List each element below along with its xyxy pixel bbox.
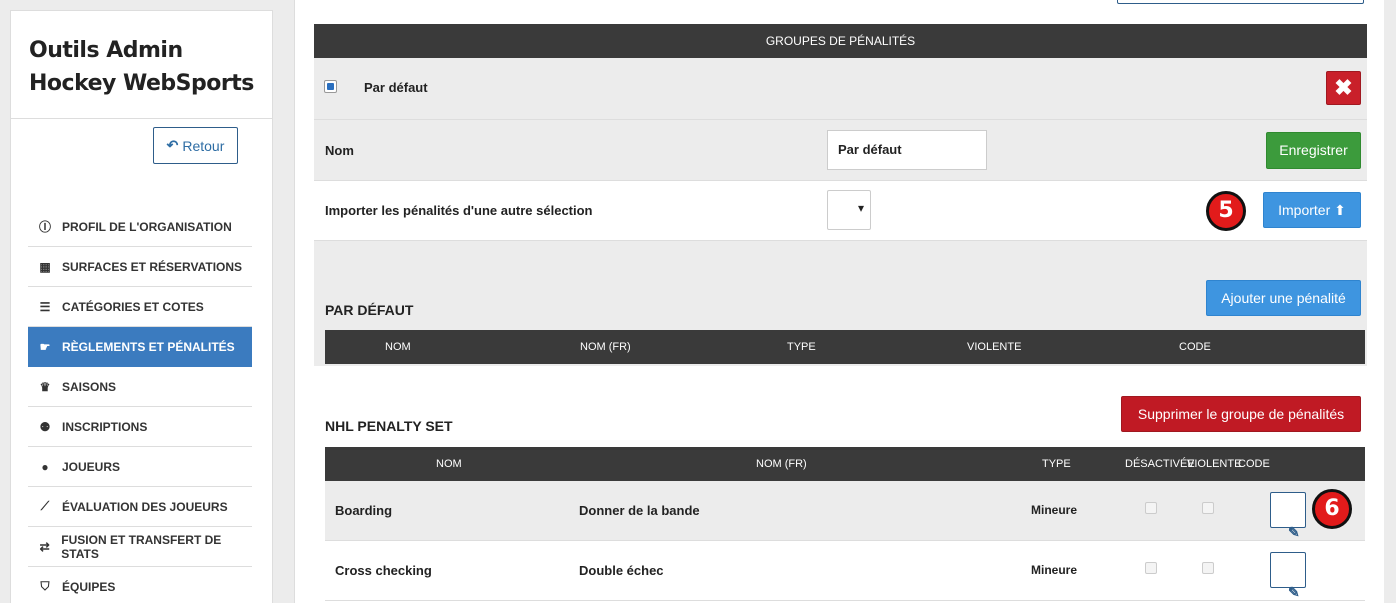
disabled-checkbox[interactable] bbox=[1145, 562, 1157, 574]
penalty-name-fr: Donner de la bande bbox=[579, 503, 700, 518]
col-type: Type bbox=[1042, 458, 1071, 470]
back-button[interactable]: ↶ Retour bbox=[153, 127, 238, 164]
sidebar-nav: ⓘ Profil de l'organisation ▦ Surfaces et r… bbox=[28, 207, 252, 603]
table-row: Cross checking Double échec Mineure ✎ bbox=[325, 541, 1365, 601]
col-nom-fr: Nom (FR) bbox=[756, 458, 807, 470]
sidebar-item-profil[interactable]: ⓘ Profil de l'organisation bbox=[28, 207, 252, 247]
sidebar-item-label: Évaluation des joueurs bbox=[62, 499, 228, 514]
nhl-table-header: Nom Nom (FR) Type Désactivée Violente Co… bbox=[325, 447, 1365, 481]
app-title: Outils Admin Hockey WebSports bbox=[11, 11, 272, 119]
sidebar-item-label: Profil de l'organisation bbox=[62, 219, 232, 234]
penalty-type: Mineure bbox=[1031, 503, 1078, 517]
nhl-section-title: NHL penalty set bbox=[325, 418, 453, 434]
save-button[interactable]: Enregistrer bbox=[1266, 132, 1361, 169]
sidebar-item-reglements[interactable]: ☛ Règlements et pénalités bbox=[28, 327, 252, 367]
violent-checkbox[interactable] bbox=[1202, 562, 1214, 574]
group-default-label: Par défaut bbox=[364, 80, 428, 95]
back-button-label: Retour bbox=[182, 137, 225, 154]
disabled-checkbox[interactable] bbox=[1145, 502, 1157, 514]
user-add-icon: ⚉ bbox=[39, 419, 51, 434]
group-select-checkbox[interactable] bbox=[324, 80, 337, 93]
sidebar-item-categories[interactable]: ☰ Catégories et cotes bbox=[28, 287, 252, 327]
hand-pointer-icon: ☛ bbox=[39, 339, 51, 354]
sidebar-item-label: Inscriptions bbox=[62, 419, 148, 434]
top-button-edge[interactable] bbox=[1117, 0, 1364, 4]
user-icon: ● bbox=[41, 459, 49, 474]
transfer-icon: ⇄ bbox=[39, 539, 50, 554]
col-nom: Nom bbox=[385, 341, 411, 353]
group-default-row: Par défaut ✖ bbox=[314, 58, 1367, 120]
list-icon: ☰ bbox=[39, 299, 51, 314]
default-section-title: Par défaut bbox=[325, 302, 414, 318]
sidebar-item-equipes[interactable]: ⛉ Équipes bbox=[28, 567, 252, 603]
name-label: Nom bbox=[325, 143, 354, 158]
default-table-header: Nom Nom (FR) Type Violente Code bbox=[325, 330, 1365, 364]
import-source-select[interactable] bbox=[827, 190, 871, 230]
import-label: Importer les pénalités d'une autre sélec… bbox=[325, 203, 593, 218]
import-button[interactable]: Importer ⬆ bbox=[1263, 192, 1361, 228]
penalty-name: Cross checking bbox=[335, 563, 432, 578]
sidebar-item-inscriptions[interactable]: ⚉ Inscriptions bbox=[28, 407, 252, 447]
sidebar-item-joueurs[interactable]: ● Joueurs bbox=[28, 447, 252, 487]
sidebar-item-label: Surfaces et réservations bbox=[62, 259, 243, 274]
info-icon: ⓘ bbox=[38, 220, 51, 234]
sidebar-item-saisons[interactable]: ♛ Saisons bbox=[28, 367, 252, 407]
sidebar-item-label: Saisons bbox=[62, 379, 117, 394]
edit-button[interactable]: ✎ bbox=[1270, 492, 1306, 540]
col-type: Type bbox=[787, 341, 816, 353]
sidebar-item-evaluation[interactable]: ⟋ Évaluation des joueurs bbox=[28, 487, 252, 527]
col-violente: Violente bbox=[967, 341, 1022, 353]
penalty-name: Boarding bbox=[335, 503, 393, 518]
shield-icon: ⛉ bbox=[40, 579, 50, 593]
default-section: Ajouter une pénalité Par défaut Nom Nom … bbox=[314, 241, 1367, 366]
col-desactivee: Désactivée bbox=[1125, 458, 1195, 470]
sidebar-item-label: Règlements et pénalités bbox=[62, 339, 235, 354]
sidebar-item-label: Fusion et transfert de stats bbox=[61, 532, 222, 561]
delete-group-button[interactable]: ✖ bbox=[1326, 71, 1361, 105]
step-badge-6: 6 bbox=[1312, 489, 1352, 529]
upload-icon: ⬆ bbox=[1334, 202, 1346, 218]
group-name-row: Nom Par défaut Enregistrer bbox=[314, 120, 1367, 181]
violent-checkbox[interactable] bbox=[1202, 502, 1214, 514]
edit-button[interactable]: ✎ bbox=[1270, 552, 1306, 600]
import-button-label: Importer bbox=[1278, 202, 1331, 218]
sidebar-item-surfaces[interactable]: ▦ Surfaces et réservations bbox=[28, 247, 252, 287]
trophy-icon: ♛ bbox=[39, 379, 51, 394]
sidebar-item-label: Joueurs bbox=[62, 459, 121, 474]
col-code: Code bbox=[1179, 341, 1211, 353]
penalty-type: Mineure bbox=[1031, 563, 1078, 577]
add-penalty-button[interactable]: Ajouter une pénalité bbox=[1206, 280, 1361, 316]
col-violente: Violente bbox=[1187, 458, 1242, 470]
group-name-input[interactable]: Par défaut bbox=[827, 130, 987, 170]
pencil-icon: ✎ bbox=[1288, 584, 1300, 600]
penalty-name-fr: Double échec bbox=[579, 563, 664, 578]
sidebar-item-label: Équipes bbox=[62, 579, 116, 594]
delete-penalty-group-button[interactable]: Supprimer le groupe de pénalités bbox=[1121, 396, 1361, 432]
sidebar-item-fusion[interactable]: ⇄ Fusion et transfert de stats bbox=[28, 527, 252, 567]
back-arrow-icon: ↶ bbox=[166, 137, 179, 153]
col-nom-fr: Nom (FR) bbox=[580, 341, 631, 353]
step-badge-5: 5 bbox=[1206, 191, 1246, 231]
sidebar-item-label: Catégories et cotes bbox=[62, 299, 204, 314]
grid-icon: ▦ bbox=[39, 259, 51, 274]
col-nom: Nom bbox=[436, 458, 462, 470]
penalty-groups-header: Groupes de pénalités bbox=[314, 24, 1367, 58]
line-chart-icon: ⟋ bbox=[40, 499, 50, 513]
table-row: Boarding Donner de la bande Mineure ✎ 6 bbox=[325, 481, 1365, 541]
import-row: Importer les pénalités d'une autre sélec… bbox=[314, 181, 1367, 241]
col-code: Code bbox=[1238, 458, 1270, 470]
